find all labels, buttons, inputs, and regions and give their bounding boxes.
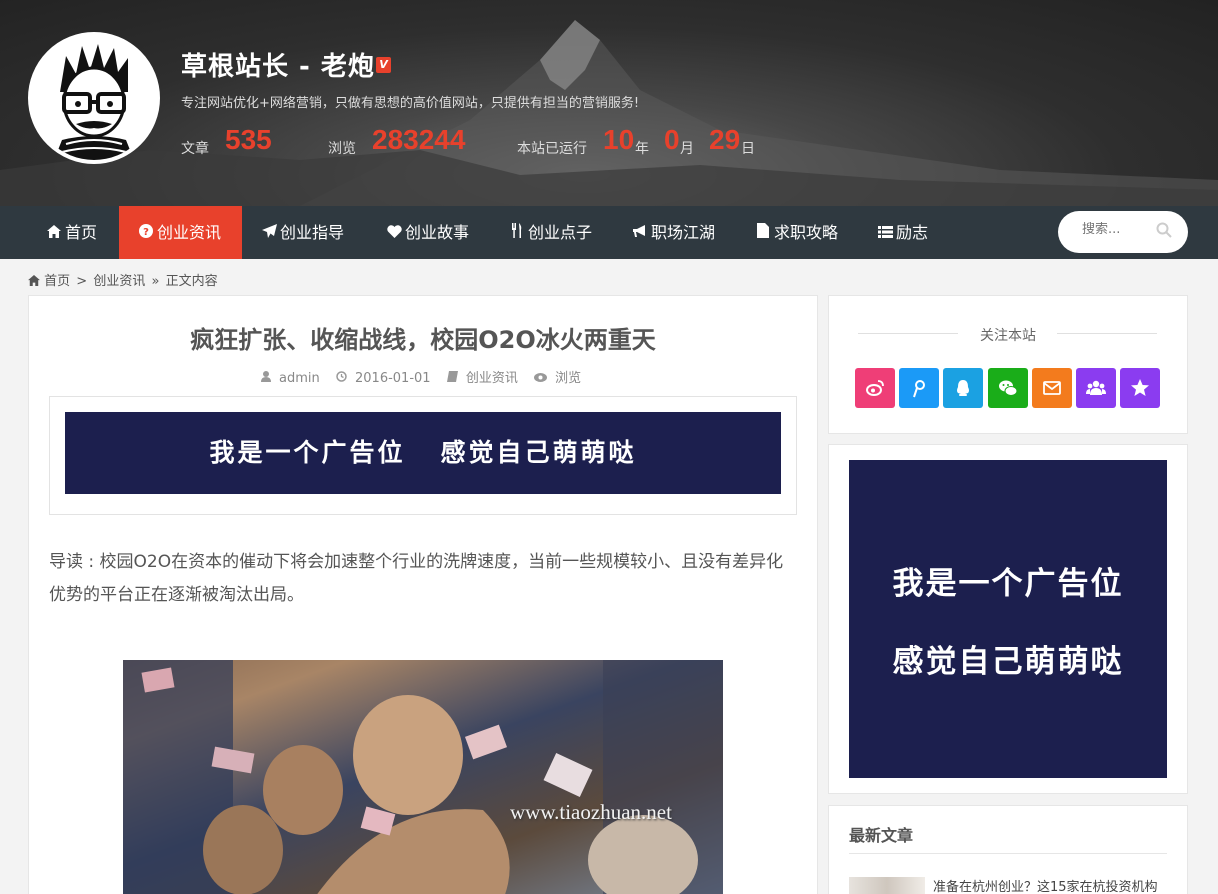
image-watermark: www.tiaozhuan.net [510, 800, 672, 824]
weibo-button[interactable] [855, 368, 895, 408]
file-icon [755, 208, 771, 261]
qq-button[interactable] [943, 368, 983, 408]
sidebar-ad-banner[interactable]: 我是一个广告位 感觉自己萌萌哒 [849, 460, 1167, 778]
nav-label: 求职攻略 [774, 223, 839, 242]
follow-widget [828, 295, 1188, 434]
tencent-weibo-button[interactable] [899, 368, 939, 408]
article-title: 疯狂扩张、收缩战线，校园O2O冰火两重天 [190, 326, 656, 354]
favorite-star-icon [1131, 379, 1149, 396]
nav-label: 励志 [896, 223, 929, 242]
list-icon [877, 208, 893, 261]
article-ad-banner[interactable]: 我是一个广告位 感觉自己萌萌哒 [65, 412, 781, 494]
article-views-label: 浏览 [555, 371, 582, 386]
nav-label: 创业指导 [280, 223, 345, 242]
email-button[interactable] [1032, 368, 1072, 408]
site-title[interactable]: 草根站长 - 老炮 [181, 46, 375, 83]
breadcrumb-category[interactable]: 创业资讯 [93, 274, 145, 289]
people-playing-cards-image [123, 660, 723, 894]
article-date: 2016-01-01 [355, 371, 431, 386]
nav-item-home[interactable]: 首页 [46, 206, 97, 259]
article-category[interactable]: 创业资讯 [466, 371, 518, 386]
cartoon-face-icon [32, 36, 156, 160]
article-image [123, 660, 723, 894]
breadcrumb-home[interactable]: 首页 [44, 274, 70, 289]
views-label: 浏览 [328, 141, 356, 157]
qq-group-button[interactable] [1076, 368, 1116, 408]
breadcrumb-separator: » [151, 274, 160, 289]
latest-post-thumbnail[interactable] [849, 877, 925, 894]
nav-label: 首页 [65, 223, 98, 242]
tencent-weibo-icon [913, 380, 925, 398]
nav-label: 创业点子 [528, 223, 593, 242]
question-circle-icon: ? [138, 208, 154, 261]
uptime-months: 0 [664, 124, 680, 155]
article-meta: admin 2016-01-01 创业资讯 浏览 [28, 367, 818, 386]
sidebar-ad-line2: 感觉自己萌萌哒 [892, 644, 1124, 680]
nav-label: 创业故事 [405, 223, 470, 242]
nav-item-inspiration[interactable]: 励志 [877, 206, 928, 259]
nav-label: 职场江湖 [651, 223, 716, 242]
eye-icon [534, 373, 547, 382]
qq-icon [957, 380, 969, 396]
nav-item-job-hunting[interactable]: 求职攻略 [755, 206, 838, 259]
uptime-months-unit: 月 [680, 141, 694, 157]
nav-item-workplace[interactable]: 职场江湖 [632, 206, 715, 259]
verified-badge: V [376, 57, 391, 73]
email-icon [1043, 381, 1061, 395]
articles-label: 文章 [181, 141, 209, 157]
main-nav: 首页 ? 创业资讯 创业指导 创业故事 创业点子 职场江湖 求职攻略 励志 [0, 206, 1218, 259]
follow-title: 关注本站 [980, 328, 1036, 344]
site-description: 专注网站优化+网络营销，只做有思想的高价值网站，只提供有担当的营销服务! [181, 96, 640, 111]
articles-count: 535 [225, 124, 272, 155]
home-icon [28, 275, 40, 286]
site-avatar[interactable] [28, 32, 160, 164]
latest-post-link[interactable]: 准备在杭州创业？这15家在杭投资机构 [933, 876, 1158, 894]
uptime-days-unit: 日 [741, 141, 755, 157]
paper-plane-icon [261, 208, 277, 261]
article-author[interactable]: admin [279, 371, 320, 386]
latest-posts-title: 最新文章 [849, 826, 914, 845]
article-lead: 导读 : 校园O2O在资本的催动下将会加速整个行业的洗牌速度，当前一些规模较小、… [49, 552, 784, 605]
home-icon [46, 208, 62, 261]
uptime-label: 本站已运行 [517, 141, 587, 157]
cutlery-icon [509, 208, 525, 261]
wechat-button[interactable] [988, 368, 1028, 408]
favorite-button[interactable] [1120, 368, 1160, 408]
heart-icon [386, 208, 402, 261]
nav-item-startup-news[interactable]: ? 创业资讯 [119, 206, 242, 259]
search-input[interactable] [1082, 222, 1152, 237]
breadcrumb: 首页 > 创业资讯 » 正文内容 [28, 270, 220, 289]
wechat-icon [999, 380, 1018, 396]
uptime-years-unit: 年 [635, 141, 649, 157]
bullhorn-icon [632, 208, 648, 261]
divider [849, 853, 1167, 854]
nav-label: 创业资讯 [157, 223, 222, 242]
uptime-years: 10 [603, 124, 635, 155]
nav-item-startup-ideas[interactable]: 创业点子 [509, 206, 592, 259]
weibo-icon [866, 380, 884, 396]
uptime-days: 29 [709, 124, 741, 155]
nav-item-startup-stories[interactable]: 创业故事 [386, 206, 469, 259]
book-icon [446, 371, 458, 382]
nav-item-startup-guide[interactable]: 创业指导 [261, 206, 344, 259]
breadcrumb-current: 正文内容 [165, 274, 218, 289]
sidebar-ad-line1: 我是一个广告位 [892, 566, 1124, 602]
svg-text:?: ? [143, 227, 149, 238]
breadcrumb-separator: > [76, 274, 88, 289]
views-count: 283244 [372, 124, 466, 155]
search-icon[interactable] [1156, 222, 1172, 238]
user-icon [260, 371, 271, 382]
site-header: 草根站长 - 老炮 V 专注网站优化+网络营销，只做有思想的高价值网站，只提供有… [0, 0, 1218, 206]
clock-icon [336, 371, 347, 382]
qq-group-icon [1086, 380, 1106, 395]
